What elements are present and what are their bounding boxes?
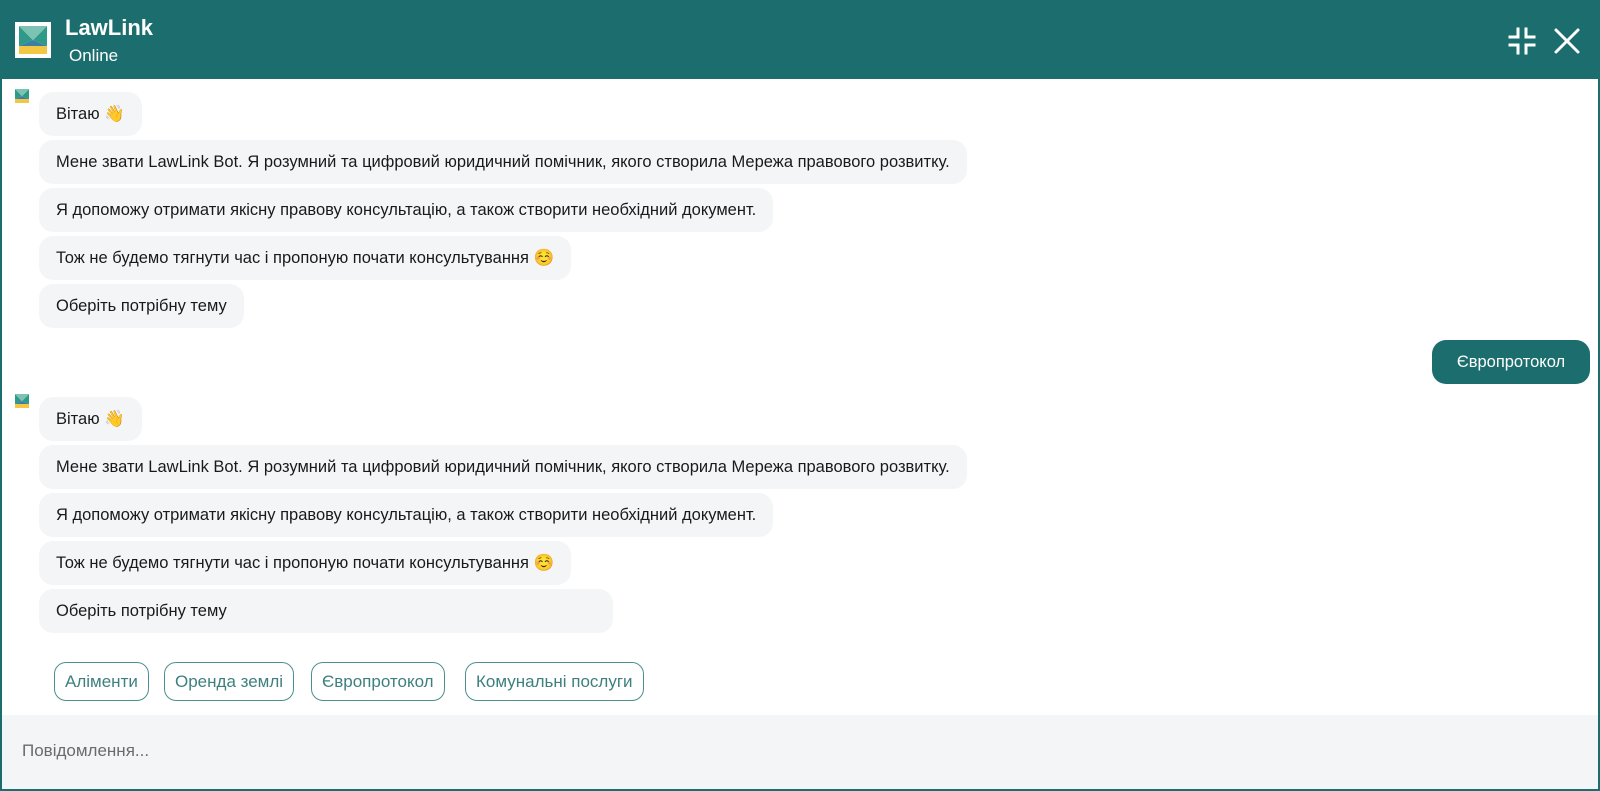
bot-message: Мене звати LawLink Bot. Я розумний та ци… <box>39 140 967 184</box>
bot-message: Вітаю 👋 <box>39 92 142 136</box>
bot-message: Тож не будемо тягнути час і пропоную поч… <box>39 541 572 585</box>
app-title: LawLink <box>65 15 154 40</box>
collapse-icon <box>1508 27 1536 55</box>
quick-reply-button[interactable]: Європротокол <box>311 662 445 701</box>
quick-reply-button[interactable]: Комунальні послуги <box>465 662 644 701</box>
bot-avatar-icon <box>14 88 30 104</box>
quick-reply-button[interactable]: Оренда землі <box>164 662 295 701</box>
lawlink-logo-icon <box>15 22 51 58</box>
bot-message: Я допоможу отримати якісну правову консу… <box>39 188 774 232</box>
close-button[interactable] <box>1552 26 1582 56</box>
bot-message: Вітаю 👋 <box>39 397 142 441</box>
collapse-button[interactable] <box>1507 26 1537 56</box>
quick-reply-button[interactable]: Аліменти <box>54 662 149 701</box>
bot-message: Тож не будемо тягнути час і пропоную поч… <box>39 236 572 280</box>
close-icon <box>1554 28 1580 54</box>
chat-window: LawLink Online Вітаю 👋 Мене звати LawLin… <box>0 0 1600 791</box>
online-status: Online <box>69 46 119 65</box>
bot-avatar-icon <box>14 393 30 409</box>
bot-message: Мене звати LawLink Bot. Я розумний та ци… <box>39 445 967 489</box>
message-list: Вітаю 👋 Мене звати LawLink Bot. Я розумн… <box>2 79 1598 715</box>
message-composer <box>2 715 1598 789</box>
chat-header: LawLink Online <box>2 2 1598 79</box>
bot-message: Я допоможу отримати якісну правову консу… <box>39 493 774 537</box>
user-message: Європротокол <box>1432 340 1590 384</box>
bot-message: Оберіть потрібну тему <box>39 589 613 633</box>
bot-message: Оберіть потрібну тему <box>39 284 244 328</box>
message-input[interactable] <box>22 731 1562 771</box>
